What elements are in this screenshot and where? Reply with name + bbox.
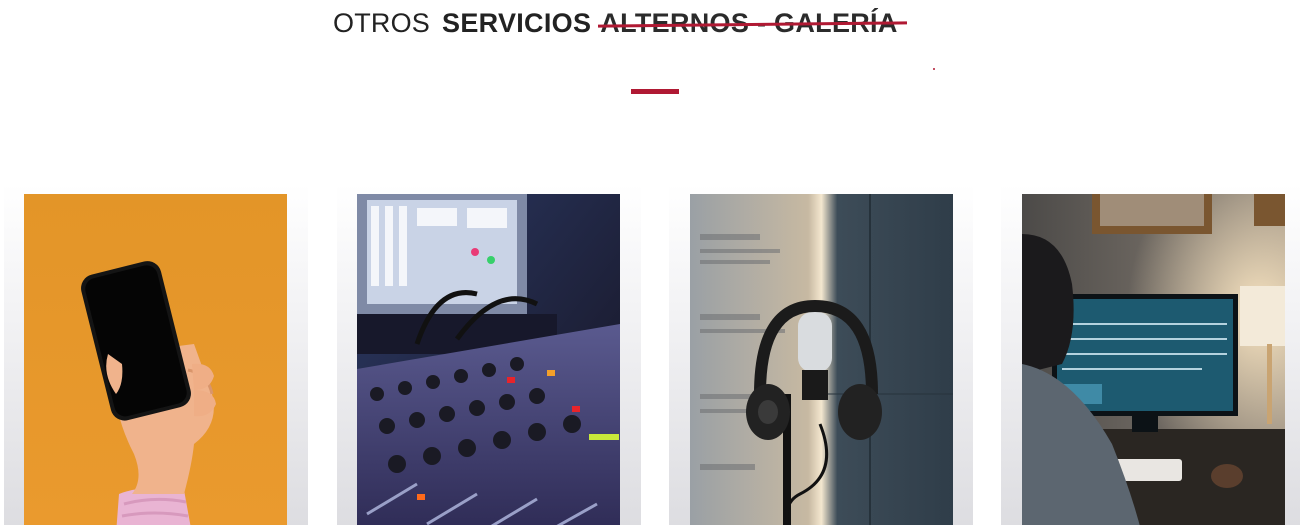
gallery-image-computer[interactable] — [1022, 194, 1285, 525]
heading-word-servicios: SERVICIOS — [442, 7, 592, 38]
heading-word-otros: OTROS — [333, 7, 431, 38]
gallery-image-microphone[interactable] — [690, 194, 953, 525]
microphone-headphones-illustration — [690, 194, 953, 525]
gallery-image-mixer[interactable] — [357, 194, 620, 525]
gallery-card-microphone[interactable] — [669, 184, 973, 525]
decorative-dot — [933, 68, 935, 70]
hand-phone-illustration — [24, 194, 287, 525]
section-heading: OTROS SERVICIOS ALTERNOS - GALERÍA — [333, 4, 908, 42]
gallery-card-phone[interactable] — [4, 184, 308, 525]
gallery-image-phone[interactable] — [24, 194, 287, 525]
gallery-card-computer[interactable] — [1001, 184, 1300, 525]
audio-editing-illustration — [1022, 194, 1285, 525]
heading-struck-text: ALTERNOS - GALERÍA — [598, 8, 908, 39]
gallery-card-mixer[interactable] — [337, 184, 641, 525]
heading-accent-bar — [631, 89, 679, 94]
gallery-section: OTROS SERVICIOS ALTERNOS - GALERÍA — [0, 0, 1300, 525]
mixing-console-illustration — [357, 194, 620, 525]
